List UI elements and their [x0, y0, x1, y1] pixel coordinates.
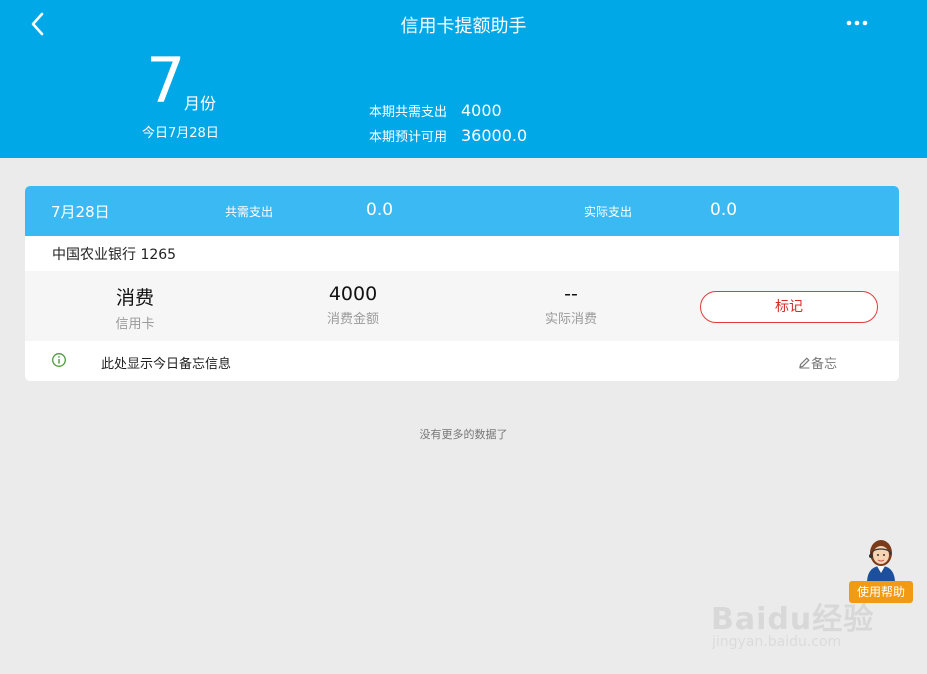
today-label: 今日7月28日 [142, 126, 219, 141]
day-card: 7月28日 共需支出 0.0 实际支出 0.0 中国农业银行 1265 消费 信… [25, 186, 899, 381]
app-header: 信用卡提额助手 7 月份 今日7月28日 本期共需支出 4000 本期预计可用 36… [0, 0, 927, 158]
more-button[interactable] [845, 14, 869, 32]
day-actual-value: 0.0 [710, 200, 738, 220]
customer-service-avatar-icon [867, 540, 895, 583]
page-title: 信用卡提额助手 [400, 16, 527, 37]
memo-button[interactable]: 备忘 [798, 353, 837, 372]
day-actual-label: 实际支出 [584, 205, 633, 219]
amount-value: 4000 [328, 283, 378, 305]
day-date: 7月28日 [51, 203, 110, 221]
watermark-url: jingyan.baidu.com [712, 634, 842, 650]
info-icon [52, 353, 66, 367]
period-need-row: 本期共需支出 4000 [369, 101, 502, 120]
period-available-row: 本期预计可用 36000.0 [369, 126, 527, 145]
transaction-row: 消费 信用卡 4000 消费金额 -- 实际消费 标记 [25, 271, 899, 341]
amount-label: 消费金额 [326, 312, 379, 327]
period-available-value: 36000.0 [461, 126, 528, 145]
type-column: 消费 信用卡 [65, 283, 205, 332]
memo-row: 此处显示今日备忘信息 备忘 [25, 341, 899, 381]
actual-spend-column: -- 实际消费 [501, 283, 641, 327]
no-more-data: 没有更多的数据了 [419, 428, 508, 441]
day-need-label: 共需支出 [225, 205, 274, 219]
edit-icon [799, 357, 810, 369]
help-label: 使用帮助 [849, 581, 913, 603]
month-suffix: 月份 [184, 94, 217, 113]
day-need-value: 0.0 [366, 200, 394, 220]
period-need-value: 4000 [461, 101, 502, 120]
day-card-header: 7月28日 共需支出 0.0 实际支出 0.0 [25, 186, 899, 236]
actual-spend-label: 实际消费 [544, 312, 597, 327]
help-button[interactable]: 使用帮助 [849, 535, 915, 605]
bank-name: 中国农业银行 1265 [52, 247, 177, 263]
mark-button[interactable]: 标记 [700, 291, 878, 323]
memo-button-label: 备忘 [811, 357, 838, 372]
type-label: 信用卡 [115, 317, 155, 332]
month-number: 7 [146, 44, 186, 117]
type-value: 消费 [115, 287, 154, 309]
memo-text: 此处显示今日备忘信息 [101, 357, 232, 372]
more-horizontal-icon [846, 20, 868, 26]
period-need-label: 本期共需支出 [369, 105, 448, 120]
actual-spend-value: -- [564, 283, 578, 305]
period-available-label: 本期预计可用 [369, 130, 448, 145]
amount-column: 4000 消费金额 [283, 283, 423, 327]
